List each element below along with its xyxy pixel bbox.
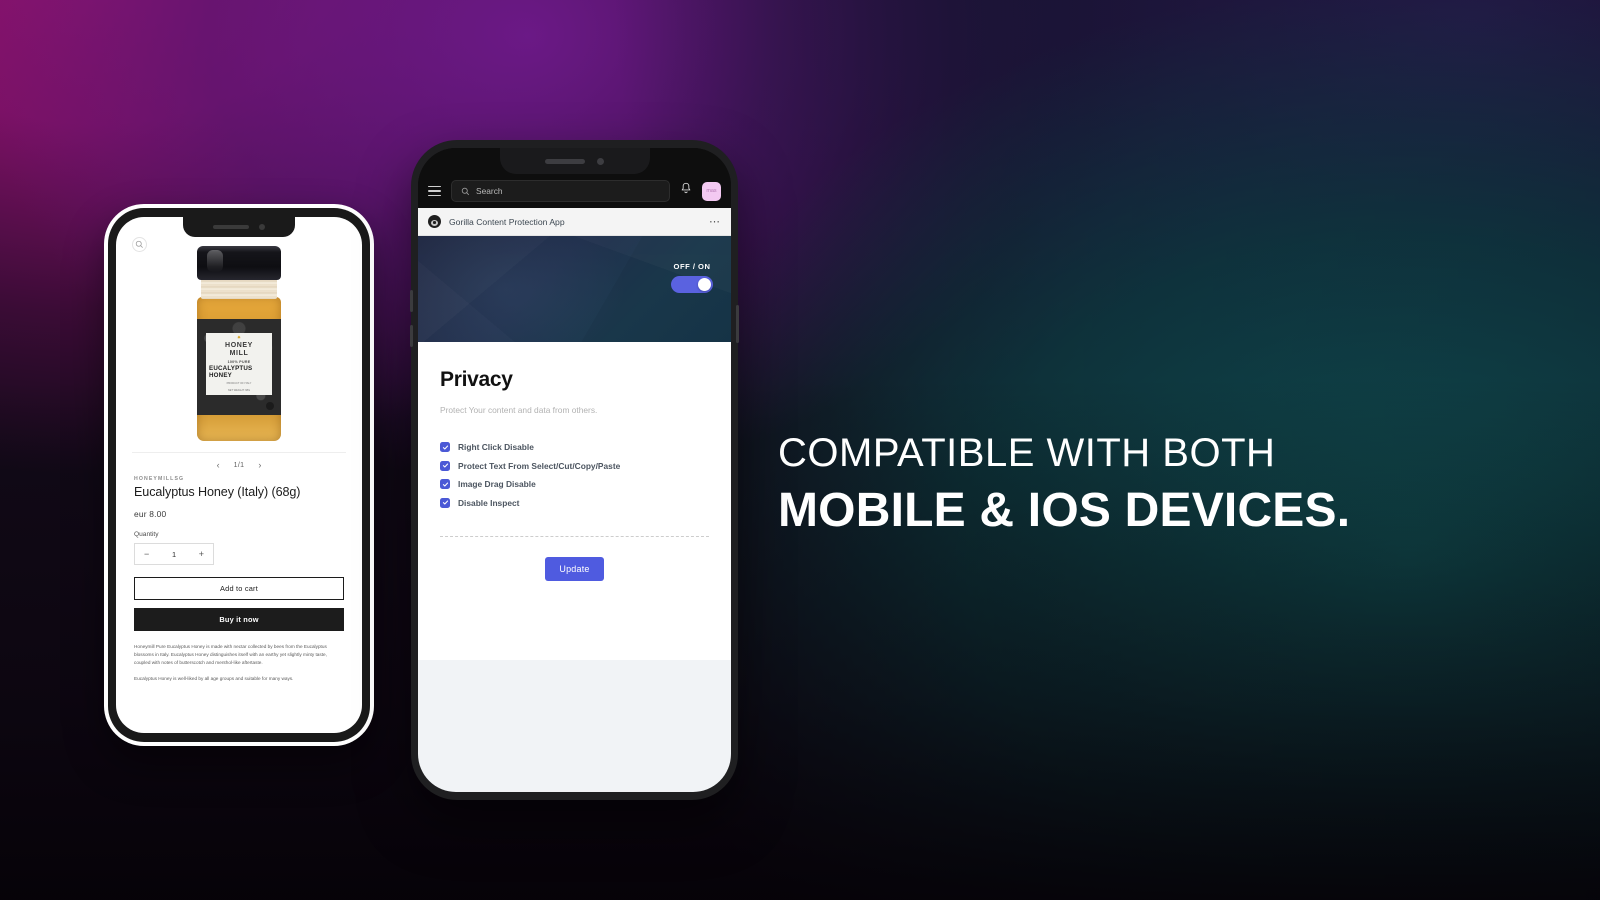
earpiece-speaker (213, 225, 249, 229)
headline-line-1: COMPATIBLE WITH BOTH (778, 431, 1276, 475)
list-item[interactable]: Image Drag Disable (440, 479, 709, 489)
app-topbar-row: Search mas (418, 174, 731, 208)
product-vendor[interactable]: HONEYMILLSG (134, 476, 344, 482)
app-title-bar: Gorilla Content Protection App ⋯ (418, 208, 731, 236)
protection-toggle[interactable] (671, 276, 713, 293)
description-paragraph-2: Eucalyptus Honey is well-liked by all ag… (134, 675, 294, 681)
page-subtitle: Protect Your content and data from other… (440, 405, 598, 415)
fine-print-1: PRODUCT OF ITALY (226, 382, 252, 386)
update-button-row: Update (440, 556, 709, 581)
search-icon (461, 187, 470, 195)
description-paragraph-1: Honeymill Pure Eucalyptus Honey is made … (134, 644, 327, 666)
option-label: Right Click Disable (458, 442, 534, 452)
product-title: Eucalyptus Honey (Italy) (68g) (134, 485, 301, 499)
front-camera (259, 224, 265, 230)
headline-line-2: MOBILE & IOS DEVICES. (778, 484, 1351, 537)
left-phone-mockup: ✷ HONEY MILL 100% PURE EUCALYPTUS HONEY … (104, 204, 374, 746)
honey-jar-graphic: ✷ HONEY MILL 100% PURE EUCALYPTUS HONEY … (191, 246, 287, 442)
jar-label-dot (266, 402, 274, 410)
checkbox-right-click-disable[interactable] (440, 442, 450, 452)
checkbox-image-drag-disable[interactable] (440, 479, 450, 489)
right-phone-screen: Search mas Gorilla Content Protection Ap… (418, 148, 731, 792)
product-name-label: EUCALYPTUS HONEY (209, 365, 253, 380)
update-button[interactable]: Update (545, 556, 604, 581)
product-image[interactable]: ✷ HONEY MILL 100% PURE EUCALYPTUS HONEY … (124, 246, 354, 442)
buy-it-now-button[interactable]: Buy it now (134, 608, 344, 631)
fine-print-2: NET WEIGHT: 68G (227, 388, 251, 392)
product-page: ✷ HONEY MILL 100% PURE EUCALYPTUS HONEY … (116, 217, 362, 683)
brand-line-2: MILL (229, 350, 249, 358)
volume-down-button[interactable] (410, 325, 413, 347)
earpiece-speaker (545, 158, 585, 164)
privacy-options-list: Right Click Disable Protect Text From Se… (440, 442, 709, 508)
right-phone-notch (499, 148, 650, 174)
quantity-increase-button[interactable]: + (199, 549, 204, 559)
app-hero-banner: OFF / ON (418, 236, 731, 342)
page-title: Privacy (440, 368, 513, 391)
quantity-label: Quantity (134, 531, 159, 538)
toggle-knob (698, 278, 711, 291)
app-name: Gorilla Content Protection App (449, 216, 565, 227)
hamburger-menu-icon[interactable] (428, 185, 441, 197)
section-divider (440, 535, 709, 537)
volume-up-button[interactable] (410, 290, 413, 312)
headline: COMPATIBLE WITH BOTH MOBILE & IOS DEVICE… (778, 428, 1518, 540)
search-placeholder: Search (476, 186, 503, 196)
search-input[interactable]: Search (451, 180, 670, 202)
ellipsis-icon[interactable]: ⋯ (709, 216, 721, 227)
left-phone-screen: ✷ HONEY MILL 100% PURE EUCALYPTUS HONEY … (116, 217, 362, 733)
power-button[interactable] (736, 305, 739, 343)
chevron-left-icon[interactable]: ‹ (217, 461, 220, 470)
purity-label: 100% PURE (227, 360, 251, 365)
gorilla-icon (428, 215, 441, 228)
protection-toggle-group: OFF / ON (671, 262, 713, 293)
bell-icon[interactable] (680, 182, 692, 200)
product-info: HONEYMILLSG Eucalyptus Honey (Italy) (68… (124, 472, 354, 683)
list-item[interactable]: Protect Text From Select/Cut/Copy/Paste (440, 460, 709, 471)
jar-body: ✷ HONEY MILL 100% PURE EUCALYPTUS HONEY … (197, 297, 281, 441)
option-label: Disable Inspect (458, 497, 520, 508)
quantity-value[interactable]: 1 (172, 550, 176, 559)
privacy-panel: Privacy Protect Your content and data fr… (418, 342, 731, 660)
app-footer-area (418, 660, 731, 792)
avatar[interactable]: mas (702, 181, 721, 201)
left-phone-frame: ✷ HONEY MILL 100% PURE EUCALYPTUS HONEY … (108, 208, 370, 742)
jar-label-card: ✷ HONEY MILL 100% PURE EUCALYPTUS HONEY … (206, 333, 272, 395)
product-description: Honeymill Pure Eucalyptus Honey is made … (134, 643, 344, 683)
jar-label: ✷ HONEY MILL 100% PURE EUCALYPTUS HONEY … (197, 319, 281, 415)
checkbox-protect-text[interactable] (440, 460, 450, 471)
toggle-label: OFF / ON (673, 262, 711, 271)
add-to-cart-button[interactable]: Add to cart (134, 577, 344, 600)
front-camera (597, 157, 604, 165)
brand-line-1: HONEY (225, 342, 253, 350)
right-phone-mockup: Search mas Gorilla Content Protection Ap… (410, 140, 739, 800)
quantity-decrease-button[interactable]: − (144, 549, 149, 559)
list-item[interactable]: Right Click Disable (440, 442, 709, 452)
product-price: eur 8.00 (134, 509, 167, 519)
jar-neck (201, 279, 277, 299)
left-phone-notch (183, 217, 295, 237)
quantity-stepper[interactable]: − 1 + (134, 543, 214, 565)
option-label: Image Drag Disable (458, 479, 536, 489)
carousel-index: 1/1 (233, 462, 245, 469)
bee-icon: ✷ (236, 335, 242, 342)
checkbox-disable-inspect[interactable] (440, 497, 450, 508)
chevron-right-icon[interactable]: › (258, 461, 261, 470)
option-label: Protect Text From Select/Cut/Copy/Paste (458, 460, 621, 471)
list-item[interactable]: Disable Inspect (440, 497, 709, 508)
image-carousel-controls: ‹ 1/1 › (124, 453, 354, 472)
jar-lid (197, 246, 281, 280)
